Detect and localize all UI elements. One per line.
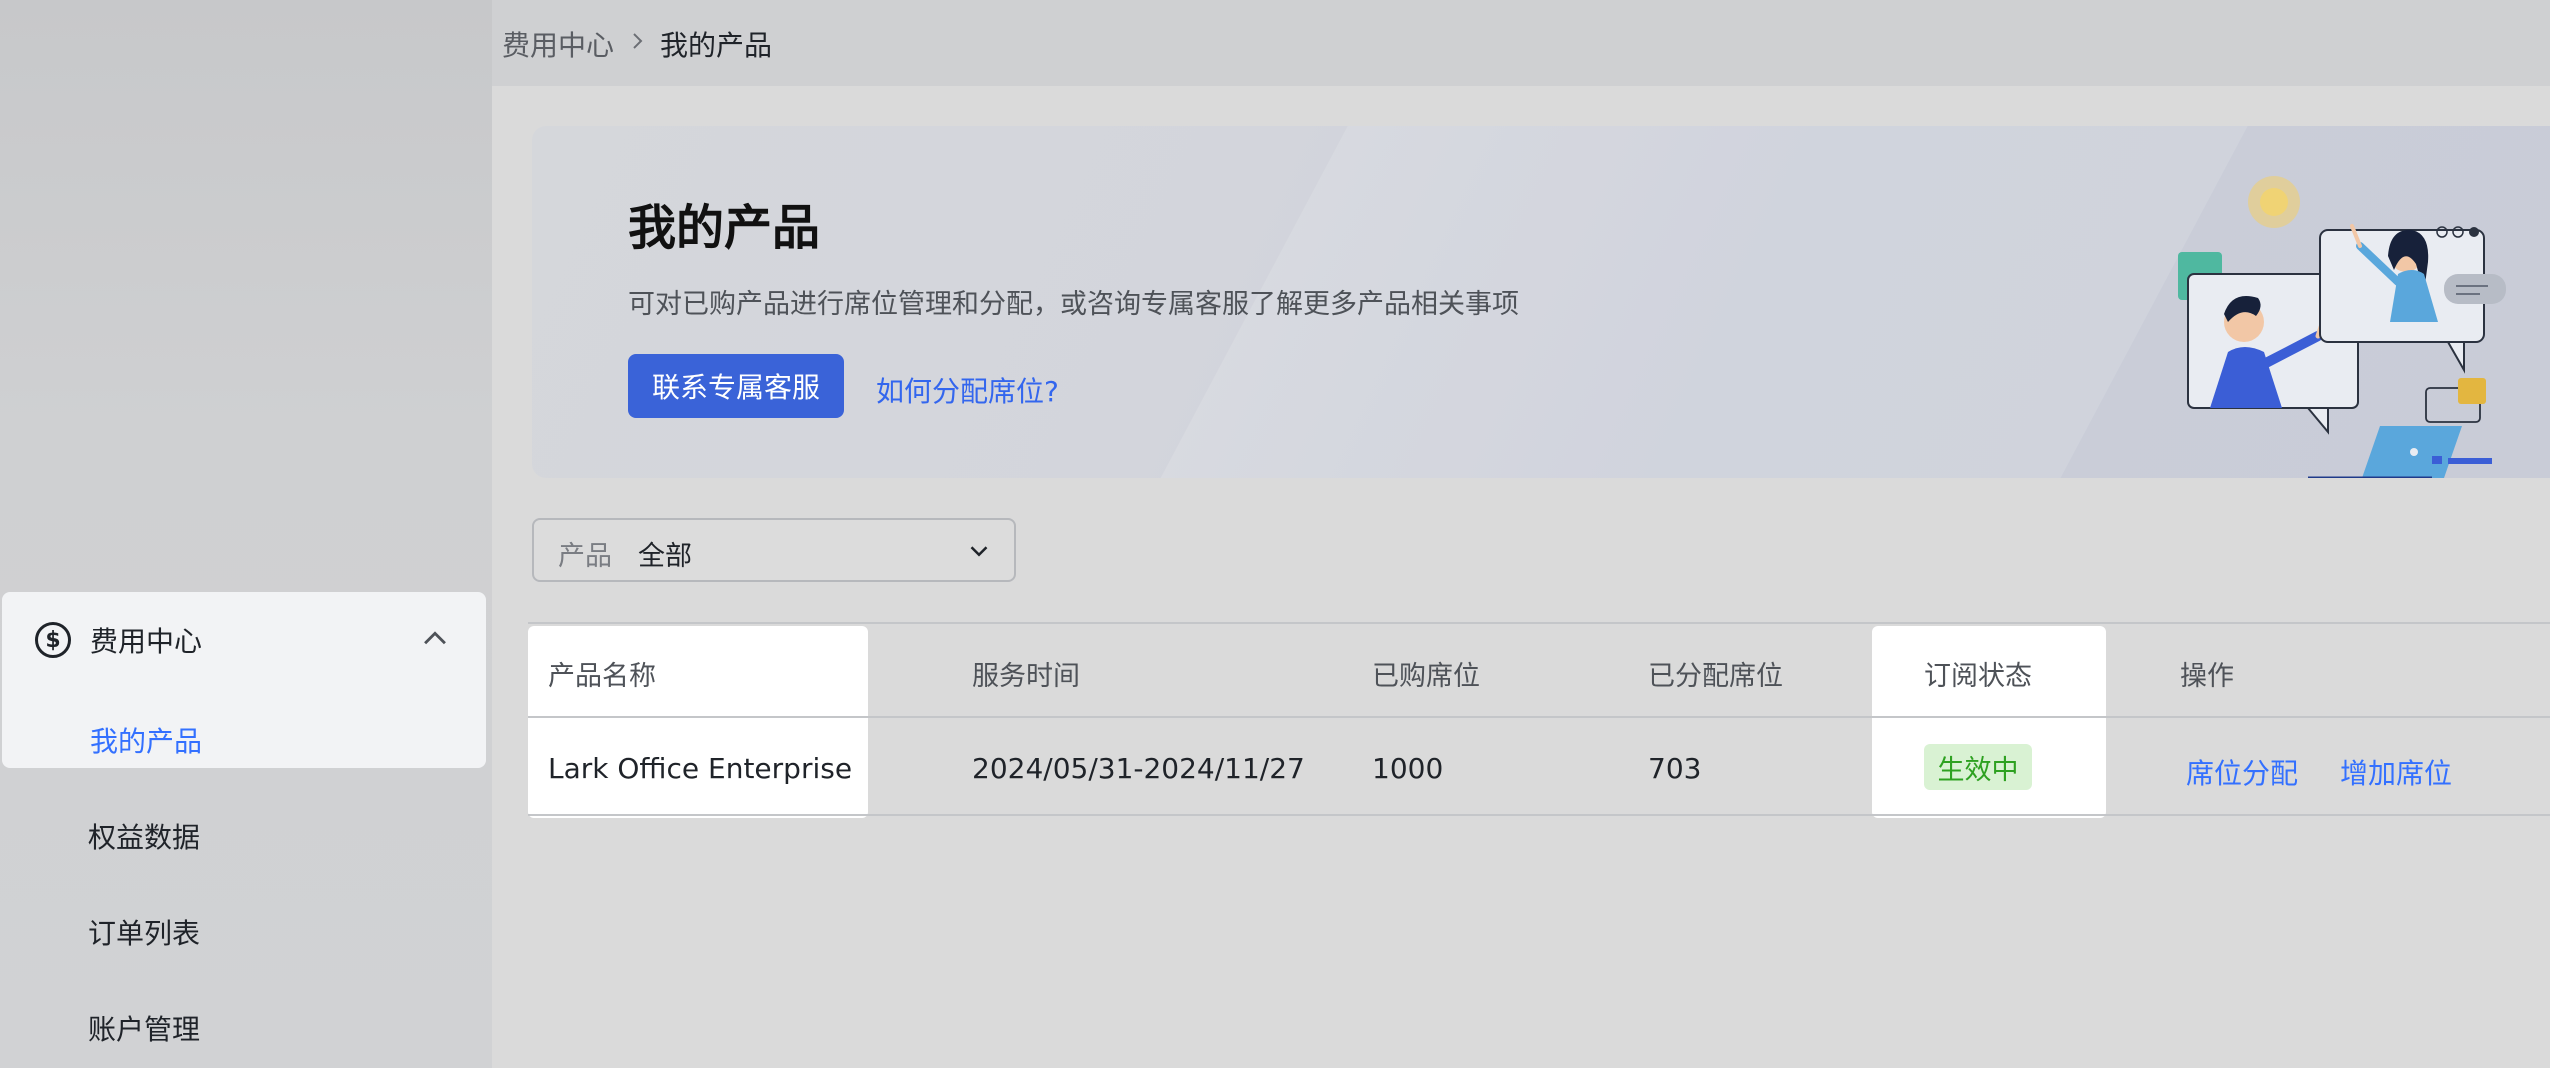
add-seats-link[interactable]: 增加席位 xyxy=(2340,752,2452,792)
table-divider xyxy=(528,622,2550,624)
product-banner: 我的产品 可对已购产品进行席位管理和分配，或咨询专属客服了解更多产品相关事项 联… xyxy=(532,126,2550,478)
how-to-assign-seats-link[interactable]: 如何分配席位? xyxy=(876,370,1059,410)
sidebar-item-my-products[interactable]: 我的产品 xyxy=(90,720,202,760)
sidebar-item-benefits[interactable]: 权益数据 xyxy=(88,816,200,856)
filter-value: 全部 xyxy=(638,541,692,572)
cell-service-time: 2024/05/31-2024/11/27 xyxy=(972,752,1305,785)
header-actions: 操作 xyxy=(2180,661,2234,692)
breadcrumb-parent[interactable]: 费用中心 xyxy=(502,24,614,64)
main-content: 我的产品 可对已购产品进行席位管理和分配，或咨询专属客服了解更多产品相关事项 联… xyxy=(492,86,2550,1068)
header-subscription-status: 订阅状态 xyxy=(1924,661,2032,692)
filter-label: 产品 xyxy=(558,541,612,572)
sidebar-item-orders[interactable]: 订单列表 xyxy=(88,912,200,952)
contact-support-button[interactable]: 联系专属客服 xyxy=(628,354,844,418)
cell-purchased-seats: 1000 xyxy=(1372,752,1444,785)
product-filter-select[interactable]: 产品 全部 xyxy=(532,518,1016,582)
assign-seats-link[interactable]: 席位分配 xyxy=(2186,752,2298,792)
status-badge: 生效中 xyxy=(1924,744,2032,790)
product-table: 产品名称 服务时间 已购席位 已分配席位 订阅状态 操作 Lark Office… xyxy=(528,622,2550,820)
header-assigned-seats: 已分配席位 xyxy=(1648,661,1783,692)
banner-description: 可对已购产品进行席位管理和分配，或咨询专属客服了解更多产品相关事项 xyxy=(628,289,1519,320)
chevron-right-icon xyxy=(633,33,643,49)
cell-assigned-seats: 703 xyxy=(1648,752,1702,785)
support-illustration xyxy=(2178,176,2506,478)
header-service-time: 服务时间 xyxy=(972,661,1080,692)
table-divider xyxy=(528,716,2550,718)
breadcrumb-current: 我的产品 xyxy=(660,29,773,62)
cell-product-name: Lark Office Enterprise xyxy=(548,752,853,785)
table-divider xyxy=(528,814,2550,816)
dollar-icon: $ xyxy=(35,622,71,658)
chevron-down-icon[interactable] xyxy=(964,536,994,566)
sidebar-group-header[interactable]: $ 费用中心 xyxy=(2,592,486,688)
sidebar-group-label: 费用中心 xyxy=(90,625,203,658)
chevron-up-icon[interactable] xyxy=(418,622,452,656)
sidebar: $ 费用中心 我的产品 权益数据 订单列表 账户管理 xyxy=(0,0,492,1068)
sidebar-group-billing: $ 费用中心 我的产品 xyxy=(2,592,486,768)
header-purchased-seats: 已购席位 xyxy=(1372,661,1480,692)
page-title: 我的产品 xyxy=(628,200,821,256)
breadcrumb: 费用中心 我的产品 xyxy=(492,0,2550,86)
header-product-name: 产品名称 xyxy=(548,661,656,692)
sidebar-item-account[interactable]: 账户管理 xyxy=(88,1008,200,1048)
